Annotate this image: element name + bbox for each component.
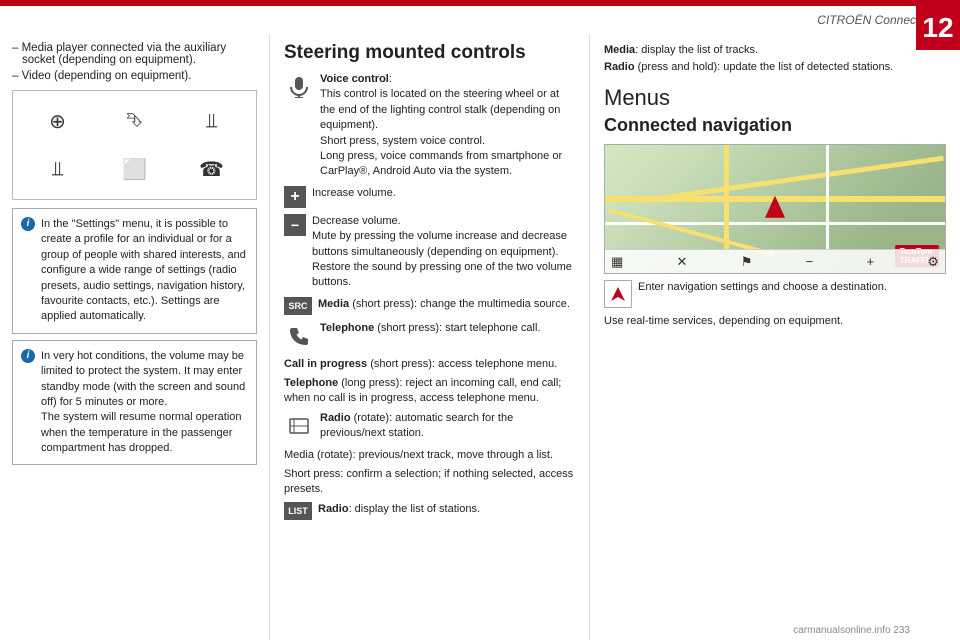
telephone-long-text: Telephone (long press): reject an incomi…	[284, 376, 575, 407]
info-box-1: i In the "Settings" menu, it is possible…	[12, 208, 257, 334]
map-pin-icon: ⚑	[741, 254, 753, 270]
grid-icon: ⬜	[117, 151, 153, 187]
usb-icon: ⫫	[194, 103, 230, 139]
volume-up-text: Increase volume.	[312, 186, 575, 201]
info-box-1-text: In the "Settings" menu, it is possible t…	[41, 218, 246, 322]
bullet-1: – Media player connected via the auxilia…	[12, 42, 257, 66]
gps-icon: ⊕	[40, 103, 76, 139]
nav-info-row: Enter navigation settings and choose a d…	[604, 280, 946, 308]
info-icon-2: i	[21, 349, 35, 363]
map-grid-icon: ▦	[611, 254, 623, 270]
nav-info-text: Enter navigation settings and choose a d…	[638, 280, 887, 295]
map-plus-icon: +	[866, 254, 874, 269]
use-text: Use real-time services, depending on equ…	[604, 314, 946, 329]
header: CITROËN Connect Nav	[0, 6, 960, 34]
telephone-text: Telephone (short press): start telephone…	[320, 321, 575, 336]
src-text: Media (short press): change the multimed…	[318, 297, 575, 312]
src-row: SRC Media (short press): change the mult…	[284, 297, 575, 315]
steering-controls-title: Steering mounted controls	[284, 42, 575, 64]
watermark: carmanualsonline.info 233	[793, 625, 910, 636]
plus-icon: +	[284, 186, 306, 208]
middle-column: Steering mounted controls Voice control:…	[270, 34, 590, 640]
volume-up-row: + Increase volume.	[284, 186, 575, 208]
radio-dial-icon	[284, 411, 314, 441]
map-arrow	[765, 196, 785, 218]
right-top-text: Media: display the list of tracks. Radio…	[604, 42, 946, 75]
bluetooth-icon: ⮷	[117, 103, 153, 139]
map-container: TomTomTRAFFIC ▦ ✕ ⚑ − + ⚙	[604, 144, 946, 274]
info-box-2: i In very hot conditions, the volume may…	[12, 340, 257, 466]
volume-down-row: − Decrease volume. Mute by pressing the …	[284, 214, 575, 291]
nav-arrow-icon	[604, 280, 632, 308]
telephone-icon	[284, 321, 314, 351]
map-toolbar: ▦ ✕ ⚑ − + ⚙	[605, 249, 945, 273]
map-settings-icon: ⚙	[927, 254, 939, 270]
radio-dial-row: Radio (rotate): automatic search for the…	[284, 411, 575, 442]
voice-control-row: Voice control: This control is located o…	[284, 72, 575, 180]
mic-icon	[284, 72, 314, 102]
call-in-progress-text: Call in progress (short press): access t…	[284, 357, 575, 372]
short-press-text: Short press: confirm a selection; if not…	[284, 467, 575, 498]
icon-grid: ⊕ ⮷ ⫫ ⫫ ⬜ ☎	[12, 90, 257, 200]
volume-down-text: Decrease volume. Mute by pressing the vo…	[312, 214, 575, 291]
usb2-icon: ⫫	[40, 151, 76, 187]
connected-nav-heading: Connected navigation	[604, 115, 946, 136]
info-box-2-text: In very hot conditions, the volume may b…	[41, 350, 245, 454]
main-content: – Media player connected via the auxilia…	[0, 34, 960, 640]
map-road-v1	[724, 145, 729, 249]
list-badge: LIST	[284, 502, 312, 520]
info-icon-1: i	[21, 217, 35, 231]
voice-control-text: Voice control: This control is located o…	[320, 72, 575, 180]
media-rotate-text: Media (rotate): previous/next track, mov…	[284, 448, 575, 463]
left-column: – Media player connected via the auxilia…	[0, 34, 270, 640]
radio-dial-text: Radio (rotate): automatic search for the…	[320, 411, 575, 442]
src-badge: SRC	[284, 297, 312, 315]
right-column: Media: display the list of tracks. Radio…	[590, 34, 960, 640]
phone-icon: ☎	[194, 151, 230, 187]
telephone-row: Telephone (short press): start telephone…	[284, 321, 575, 351]
map-minus-icon: −	[806, 254, 814, 269]
map-cursor-icon: ✕	[677, 254, 688, 270]
list-row: LIST Radio: display the list of stations…	[284, 502, 575, 520]
map-road-v2	[826, 145, 829, 249]
bullet-2: – Video (depending on equipment).	[12, 70, 257, 82]
list-text: Radio: display the list of stations.	[318, 502, 575, 517]
menus-heading: Menus	[604, 85, 946, 111]
minus-icon: −	[284, 214, 306, 236]
